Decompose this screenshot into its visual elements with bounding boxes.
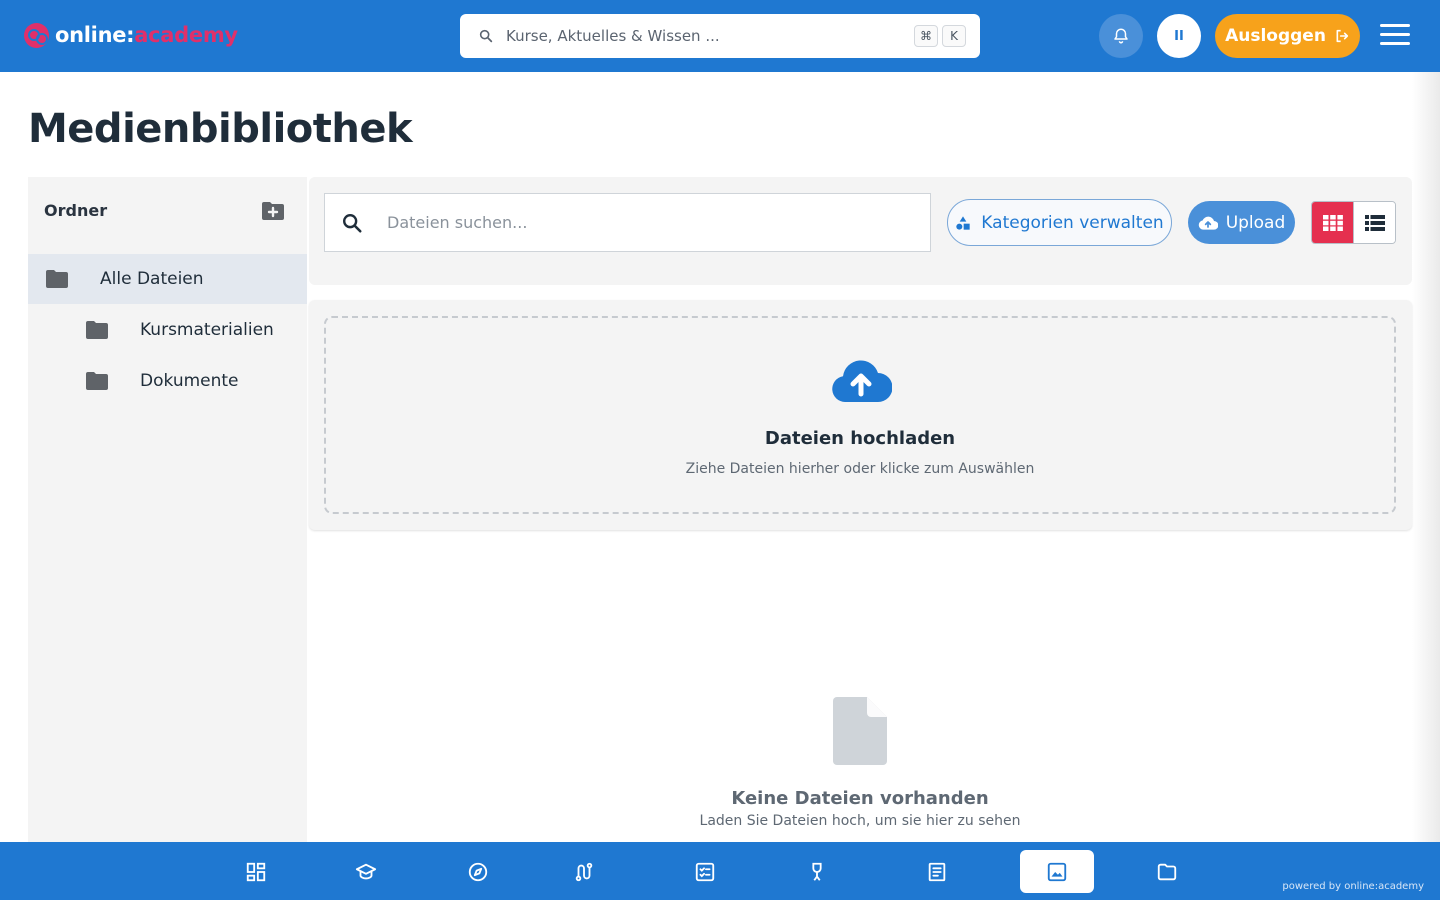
folder-item-documents[interactable]: Dokumente <box>28 356 307 406</box>
folder-icon <box>86 372 108 390</box>
dashboard-icon <box>246 862 266 881</box>
nav-item-explore[interactable] <box>441 850 515 893</box>
powered-by-text: powered by online:academy <box>1282 881 1424 892</box>
folder-item-course-materials[interactable]: Kursmaterialien <box>28 305 307 355</box>
nav-item-media-library[interactable] <box>1020 850 1094 893</box>
article-icon <box>928 862 946 881</box>
global-search-input[interactable]: Kurse, Aktuelles & Wissen ... ⌘ K <box>460 14 980 58</box>
checklist-icon <box>695 862 715 881</box>
bell-icon <box>1114 28 1128 44</box>
dropzone-subtitle: Ziehe Dateien hierher oder klicke zum Au… <box>685 461 1035 477</box>
brand-logo[interactable]: online: academy <box>24 20 238 50</box>
menu-bar-icon <box>1380 42 1410 45</box>
logout-icon <box>1336 29 1349 43</box>
folder-item-all-files[interactable]: Alle Dateien <box>28 254 307 304</box>
page-title: Medienbibliothek <box>28 106 413 152</box>
file-search-input[interactable]: Dateien suchen... <box>324 193 931 252</box>
folder-icon <box>46 270 68 288</box>
upload-panel: Dateien hochladen Ziehe Dateien hierher … <box>309 300 1412 530</box>
file-dropzone[interactable]: Dateien hochladen Ziehe Dateien hierher … <box>324 316 1396 514</box>
search-icon <box>479 29 493 43</box>
upload-label: Upload <box>1225 212 1286 233</box>
trophy-icon <box>812 862 822 881</box>
shortcut-hint: ⌘ K <box>914 25 970 47</box>
user-avatar-button[interactable]: II <box>1157 14 1201 58</box>
menu-bar-icon <box>1380 24 1410 27</box>
top-header: online: academy Kurse, Aktuelles & Wissen… <box>0 0 1440 72</box>
logo-mark-icon <box>24 22 49 48</box>
logo-text-accent: academy <box>134 23 238 47</box>
route-icon <box>575 862 593 881</box>
grid-view-button[interactable] <box>1312 202 1353 243</box>
folder-sidebar: Ordner Alle Dateien Kursmaterialien Doku… <box>28 177 307 842</box>
sidebar-heading: Ordner <box>44 201 108 220</box>
cloud-upload-icon <box>1198 216 1218 230</box>
upload-button[interactable]: Upload <box>1188 201 1295 244</box>
empty-state-subtitle: Laden Sie Dateien hoch, um sie hier zu s… <box>699 813 1021 829</box>
file-search-placeholder: Dateien suchen... <box>387 213 528 232</box>
logo-text-primary: online: <box>55 23 135 47</box>
folder-label: Kursmaterialien <box>140 320 274 340</box>
hamburger-menu-button[interactable] <box>1380 24 1410 48</box>
logout-button[interactable]: Ausloggen <box>1215 14 1360 58</box>
nav-item-files[interactable] <box>1130 850 1204 893</box>
folder-icon <box>1157 863 1177 880</box>
empty-state-title: Keine Dateien vorhanden <box>731 788 989 809</box>
dropzone-title: Dateien hochladen <box>764 428 956 449</box>
shapes-icon <box>956 215 970 230</box>
view-mode-toggle <box>1311 201 1396 244</box>
grid-icon <box>1322 214 1343 231</box>
global-search-placeholder: Kurse, Aktuelles & Wissen ... <box>506 27 720 45</box>
graduation-cap-icon <box>355 863 377 879</box>
shortcut-key-cmd: ⌘ <box>914 25 938 47</box>
folder-icon <box>86 321 108 339</box>
shortcut-key-k: K <box>942 25 966 47</box>
file-icon <box>833 697 887 765</box>
nav-item-paths[interactable] <box>547 850 621 893</box>
nav-item-articles[interactable] <box>900 850 974 893</box>
new-folder-icon[interactable] <box>261 201 285 221</box>
nav-item-tasks[interactable] <box>668 850 742 893</box>
image-icon <box>1047 862 1067 881</box>
manage-categories-label: Kategorien verwalten <box>981 212 1164 233</box>
logout-label: Ausloggen <box>1225 26 1326 46</box>
nav-item-courses[interactable] <box>329 850 403 893</box>
folder-label: Dokumente <box>140 371 239 391</box>
menu-bar-icon <box>1380 33 1410 36</box>
compass-icon <box>468 862 488 881</box>
search-icon <box>343 213 362 233</box>
cloud-upload-icon <box>832 360 892 402</box>
media-toolbar: Dateien suchen... Kategorien verwalten U… <box>309 177 1412 285</box>
list-icon <box>1364 214 1385 231</box>
list-view-button[interactable] <box>1353 202 1395 243</box>
nav-item-achievements[interactable] <box>780 850 854 893</box>
scroll-shadow <box>1412 72 1440 842</box>
manage-categories-button[interactable]: Kategorien verwalten <box>947 199 1172 246</box>
folder-label: Alle Dateien <box>100 269 204 289</box>
bottom-navigation: powered by online:academy <box>0 842 1440 900</box>
nav-item-dashboard[interactable] <box>219 850 293 893</box>
notifications-button[interactable] <box>1099 14 1143 58</box>
